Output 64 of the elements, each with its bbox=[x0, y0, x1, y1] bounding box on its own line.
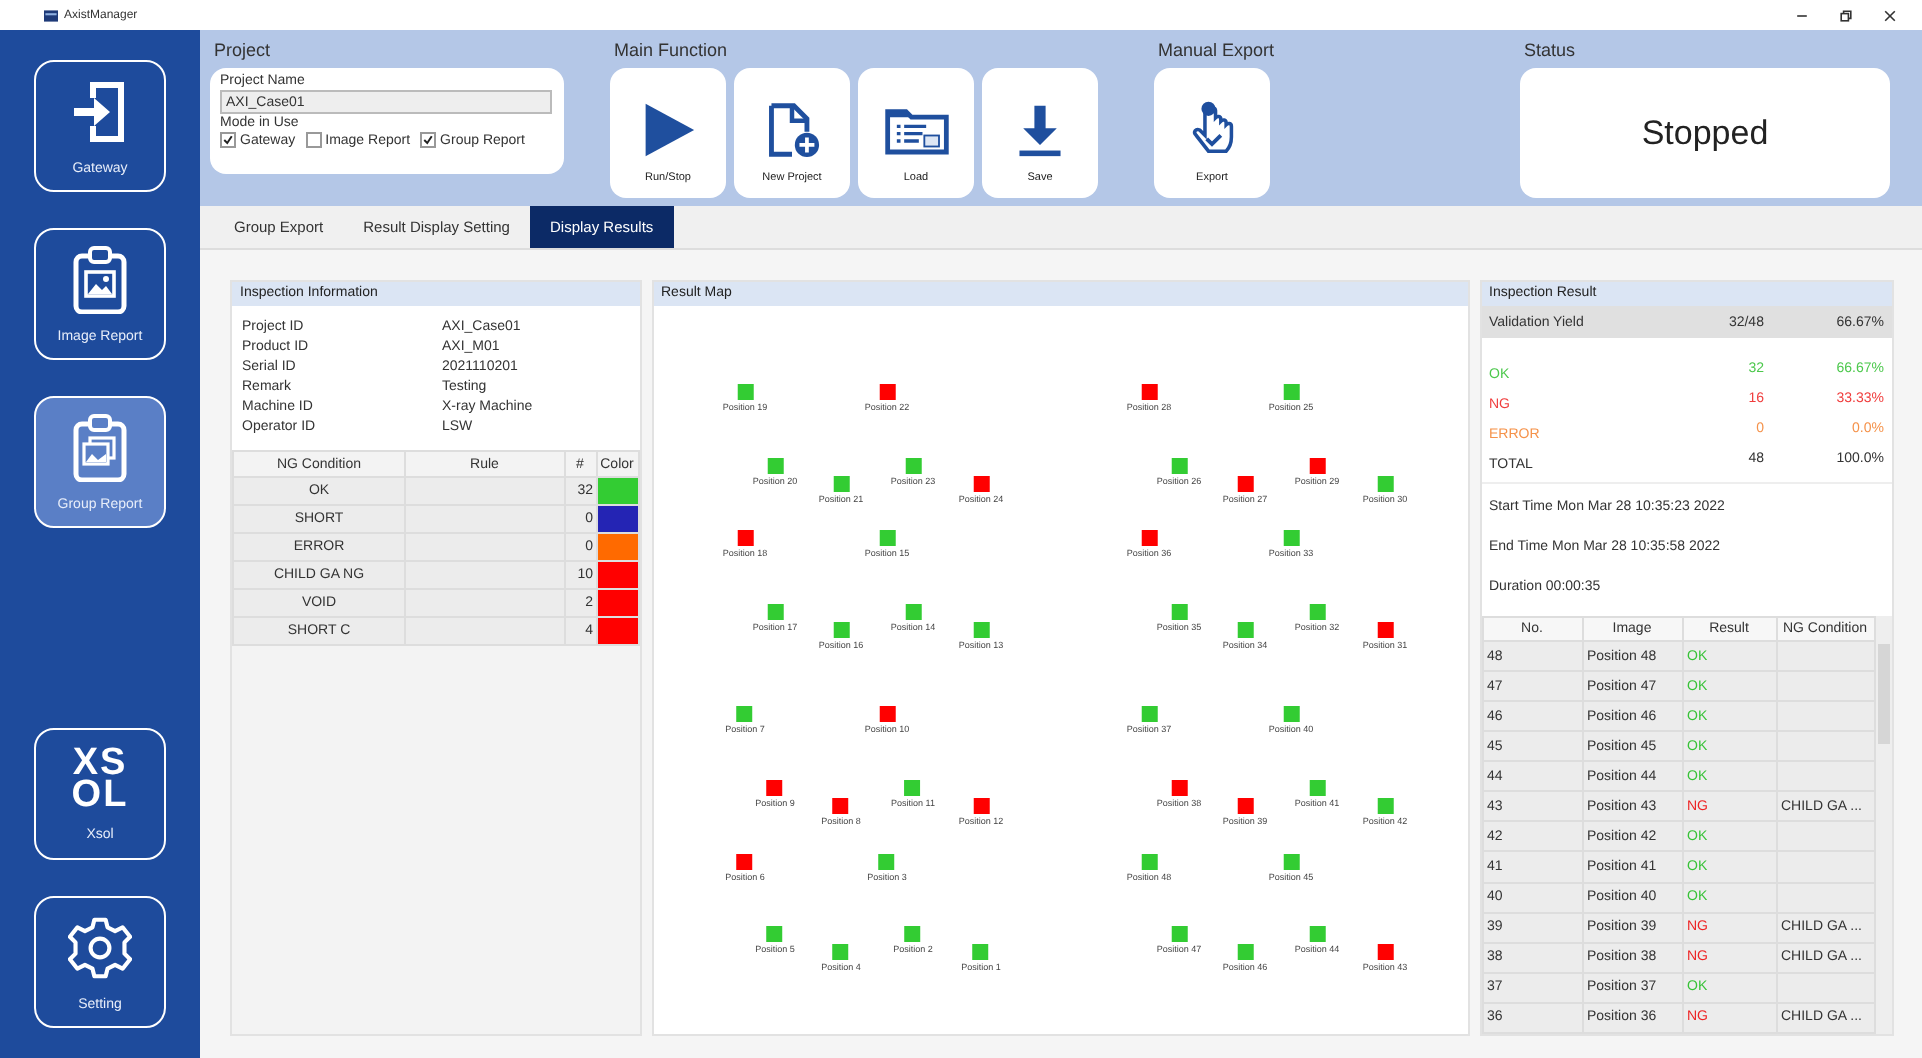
checkmark-icon bbox=[222, 134, 234, 146]
clipboard-pictures-icon bbox=[68, 413, 132, 481]
position-marker[interactable] bbox=[1283, 853, 1299, 870]
position-marker[interactable] bbox=[1237, 621, 1253, 638]
position-marker[interactable] bbox=[737, 530, 753, 547]
settings-icon bbox=[68, 913, 132, 981]
position-marker[interactable] bbox=[767, 603, 783, 620]
position-marker[interactable] bbox=[879, 384, 895, 400]
position-marker[interactable] bbox=[905, 926, 921, 943]
position-marker[interactable] bbox=[1141, 530, 1157, 547]
position-marker[interactable] bbox=[1171, 780, 1187, 796]
position-marker[interactable] bbox=[973, 475, 989, 492]
position-marker[interactable] bbox=[737, 853, 753, 870]
position-marker[interactable] bbox=[879, 706, 895, 723]
position-marker[interactable] bbox=[1171, 457, 1187, 474]
section-heading: Main Function bbox=[612, 40, 730, 64]
position-marker[interactable] bbox=[767, 780, 783, 796]
position-marker[interactable] bbox=[1377, 944, 1393, 961]
position-marker[interactable] bbox=[973, 621, 989, 638]
xsol-logo: XS OL bbox=[71, 747, 129, 811]
position-marker[interactable] bbox=[767, 926, 783, 943]
checkmark-icon bbox=[422, 134, 435, 146]
position-marker[interactable] bbox=[1237, 798, 1253, 814]
restore-icon[interactable] bbox=[1838, 7, 1854, 23]
position-marker[interactable] bbox=[1309, 926, 1325, 943]
position-marker[interactable] bbox=[1309, 457, 1325, 474]
new-document-icon bbox=[764, 100, 820, 160]
position-marker[interactable] bbox=[833, 944, 849, 961]
position-marker[interactable] bbox=[879, 530, 895, 547]
position-marker[interactable] bbox=[1171, 603, 1187, 620]
clipboard-picture-icon bbox=[68, 245, 132, 313]
section-heading: Project bbox=[212, 40, 273, 64]
play-icon bbox=[640, 100, 696, 160]
position-marker[interactable] bbox=[1283, 706, 1299, 723]
position-marker[interactable] bbox=[1141, 706, 1157, 723]
position-marker[interactable] bbox=[1309, 780, 1325, 796]
position-marker[interactable] bbox=[767, 457, 783, 474]
status-text: Stopped bbox=[1641, 113, 1769, 153]
position-marker[interactable] bbox=[1377, 475, 1393, 492]
position-marker[interactable] bbox=[1237, 475, 1253, 492]
position-marker[interactable] bbox=[833, 475, 849, 492]
position-marker[interactable] bbox=[1171, 926, 1187, 943]
position-marker[interactable] bbox=[833, 621, 849, 638]
position-marker[interactable] bbox=[905, 457, 921, 474]
position-marker[interactable] bbox=[1237, 944, 1253, 961]
position-marker[interactable] bbox=[1283, 384, 1299, 400]
position-marker[interactable] bbox=[737, 384, 753, 400]
app-icon bbox=[44, 9, 58, 21]
position-marker[interactable] bbox=[879, 853, 895, 870]
position-marker[interactable] bbox=[973, 798, 989, 814]
section-heading: Manual Export bbox=[1156, 40, 1277, 64]
position-marker[interactable] bbox=[973, 944, 989, 961]
section-heading: Status bbox=[1522, 40, 1578, 64]
position-marker[interactable] bbox=[1377, 621, 1393, 638]
position-marker[interactable] bbox=[1309, 603, 1325, 620]
position-marker[interactable] bbox=[737, 706, 753, 723]
position-marker[interactable] bbox=[1377, 798, 1393, 814]
position-marker[interactable] bbox=[1141, 853, 1157, 870]
position-marker[interactable] bbox=[905, 780, 921, 796]
position-marker[interactable] bbox=[905, 603, 921, 620]
position-marker[interactable] bbox=[1283, 530, 1299, 547]
close-icon[interactable] bbox=[1882, 7, 1898, 23]
position-marker[interactable] bbox=[833, 798, 849, 814]
position-marker[interactable] bbox=[1141, 384, 1157, 400]
